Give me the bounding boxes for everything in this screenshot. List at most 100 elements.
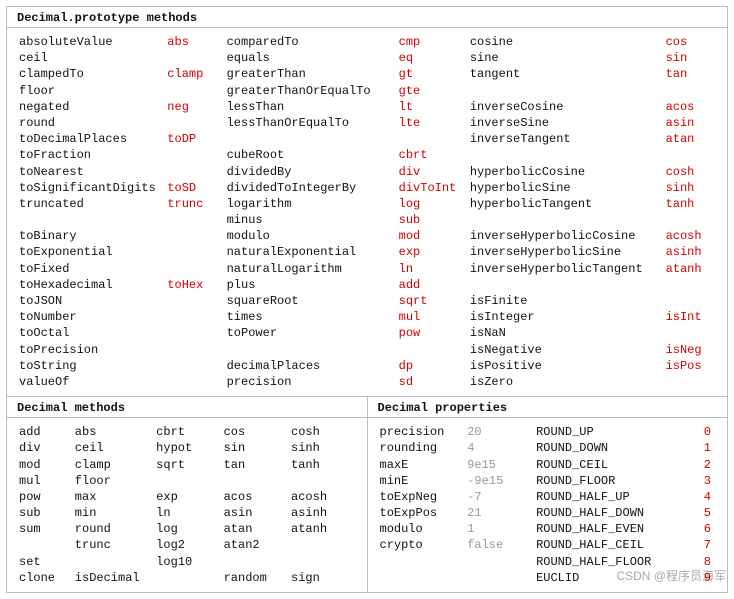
props-row: EUCLID9 [378,570,718,586]
proto-method: toJSON [17,293,165,309]
prop-const-num: 2 [694,457,717,473]
methods-cell: mul [17,473,73,489]
methods-cell [289,554,356,570]
methods-cell: sin [222,440,289,456]
proto-row: floorgreaterThanOrEqualTogte [17,83,717,99]
proto-method: toSignificantDigits [17,180,165,196]
proto-alias: mod [397,228,468,244]
methods-cell: asin [222,505,289,521]
prop-const-num: 5 [694,505,717,521]
proto-method: hyperbolicTangent [468,196,664,212]
proto-alias [165,228,224,244]
methods-row: addabscbrtcoscosh [17,424,357,440]
prop-const: ROUND_CEIL [534,457,694,473]
methods-cell: cbrt [154,424,221,440]
proto-method: logarithm [225,196,397,212]
proto-alias: sd [397,374,468,390]
prop-value: 20 [465,424,534,440]
proto-method: toString [17,358,165,374]
methods-cell [17,537,73,553]
proto-alias: divToInt [397,180,468,196]
proto-row: toNearestdividedBydivhyperbolicCosinecos… [17,164,717,180]
prop-name [378,554,466,570]
proto-row: toDecimalPlacestoDPinverseTangentatan [17,131,717,147]
methods-cell: exp [154,489,221,505]
proto-alias: sin [664,50,717,66]
proto-method: toPrecision [17,342,165,358]
proto-title: Decimal.prototype methods [7,7,727,28]
proto-alias: lt [397,99,468,115]
proto-method: cubeRoot [225,147,397,163]
proto-alias: lte [397,115,468,131]
proto-alias: dp [397,358,468,374]
proto-method: precision [225,374,397,390]
proto-alias: ln [397,261,468,277]
proto-method: inverseHyperbolicCosine [468,228,664,244]
proto-alias: tanh [664,196,717,212]
methods-cell: log [154,521,221,537]
proto-alias [165,50,224,66]
methods-row: trunclog2atan2 [17,537,357,553]
prop-value [465,554,534,570]
proto-row: toSignificantDigitstoSDdividedToIntegerB… [17,180,717,196]
proto-method: cosine [468,34,664,50]
proto-row: valueOfprecisionsdisZero [17,374,717,390]
methods-cell: ceil [73,440,154,456]
proto-method: hyperbolicCosine [468,164,664,180]
prop-name: toExpNeg [378,489,466,505]
proto-alias: exp [397,244,468,260]
methods-cell: max [73,489,154,505]
props-row: modulo1ROUND_HALF_EVEN6 [378,521,718,537]
prop-value: 9e15 [465,457,534,473]
methods-cell [289,537,356,553]
methods-row: divceilhypotsinsinh [17,440,357,456]
proto-method: greaterThanOrEqualTo [225,83,397,99]
proto-method: toHexadecimal [17,277,165,293]
methods-cell: cosh [289,424,356,440]
proto-alias: asin [664,115,717,131]
prop-value [465,570,534,586]
proto-method: comparedTo [225,34,397,50]
methods-cell: clamp [73,457,154,473]
prop-const-num: 1 [694,440,717,456]
proto-row: toHexadecimaltoHexplusadd [17,277,717,293]
prop-value: 4 [465,440,534,456]
methods-title: Decimal methods [7,397,367,418]
proto-method [225,342,397,358]
proto-alias [165,358,224,374]
methods-cell: set [17,554,73,570]
methods-cell [289,473,356,489]
props-row: toExpNeg-7ROUND_HALF_UP4 [378,489,718,505]
props-row: cryptofalseROUND_HALF_CEIL7 [378,537,718,553]
proto-alias: cos [664,34,717,50]
proto-method: isNegative [468,342,664,358]
proto-alias: log [397,196,468,212]
prop-name: crypto [378,537,466,553]
prop-const: EUCLID [534,570,694,586]
proto-alias [664,293,717,309]
prop-value: false [465,537,534,553]
proto-row: toFractioncubeRootcbrt [17,147,717,163]
proto-alias: cbrt [397,147,468,163]
proto-alias: gt [397,66,468,82]
props-row: rounding4ROUND_DOWN1 [378,440,718,456]
proto-method: toNumber [17,309,165,325]
proto-alias: abs [165,34,224,50]
proto-method: plus [225,277,397,293]
prop-name [378,570,466,586]
methods-cell: acosh [289,489,356,505]
proto-alias: cosh [664,164,717,180]
proto-alias: acosh [664,228,717,244]
proto-method: absoluteValue [17,34,165,50]
prop-const: ROUND_HALF_DOWN [534,505,694,521]
proto-alias: isNeg [664,342,717,358]
proto-method: round [17,115,165,131]
proto-alias [165,147,224,163]
proto-alias [664,325,717,341]
proto-alias [165,325,224,341]
proto-row: toNumbertimesmulisIntegerisInt [17,309,717,325]
methods-row: setlog10 [17,554,357,570]
proto-alias: mul [397,309,468,325]
methods-row: modclampsqrttantanh [17,457,357,473]
prop-const: ROUND_HALF_CEIL [534,537,694,553]
